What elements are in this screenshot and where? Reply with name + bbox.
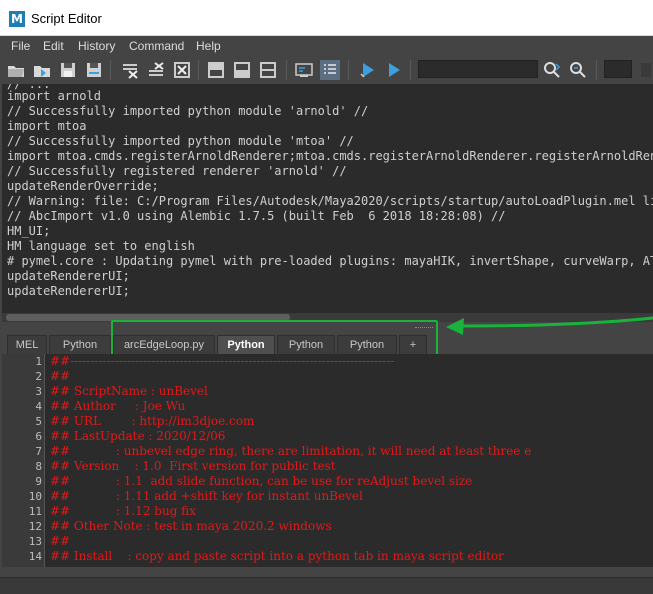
goto-line-field[interactable] [604,60,632,78]
clear-input-icon[interactable] [146,60,166,80]
output-line: import mtoa [7,119,87,133]
line-number: 1 [35,355,42,368]
code-line: ##--------------------------------------… [50,354,395,368]
code-line: ## : unbevel edge ring, there are limita… [50,444,532,458]
code-line: ## Install : copy and paste script into … [50,549,504,563]
code-line: ## Other Note : test in maya 2020.2 wind… [50,519,332,533]
line-number: 8 [35,460,42,473]
save-to-shelf-icon[interactable] [84,60,104,80]
show-input-icon[interactable] [232,60,252,80]
output-line: // Successfully imported python module '… [7,134,354,148]
history-output-panel[interactable]: // ... import arnold // Successfully imp… [2,84,653,320]
toolbar-separator [286,60,287,80]
line-number: 10 [28,490,42,503]
tab-mel[interactable]: MEL [7,335,47,354]
code-line: ## [50,534,71,548]
line-number: 4 [35,400,42,413]
output-line: updateRendererUI; [7,284,130,298]
code-line: ## LastUpdate : 2020/12/06 [50,429,226,443]
code-line: ## Author : Joe Wu [50,399,186,413]
output-line: HM_UI; [7,224,51,238]
line-number: 9 [35,475,42,488]
line-number: 5 [35,415,42,428]
open-script-icon[interactable] [6,60,26,80]
output-line: // Successfully imported python module '… [7,104,369,118]
line-number: 6 [35,430,42,443]
code-line: ## URL : http://im3djoe.com [50,414,255,428]
maya-app-icon: M [9,11,25,27]
output-line: updateRenderOverride; [7,179,159,193]
echo-all-commands-icon[interactable] [294,60,314,80]
toolbar-separator [348,60,349,80]
status-bar [0,577,653,594]
menu-help[interactable]: Help [196,39,221,53]
output-line: HM language set to english [7,239,195,253]
line-number-gutter: 1 2 3 4 5 6 7 8 9 10 11 12 13 14 [2,354,45,567]
menu-command[interactable]: Command [129,39,184,53]
line-numbers-icon[interactable] [320,60,340,80]
code-line: ## : 1.11 add +shift key for instant unB… [50,489,363,503]
output-line: updateRendererUI; [7,269,130,283]
menu-edit[interactable]: Edit [43,39,64,53]
menu-history[interactable]: History [78,39,115,53]
code-line: ## : 1.12 bug fix [50,504,196,518]
show-history-icon[interactable] [206,60,226,80]
execute-icon[interactable] [384,60,404,80]
output-line: import arnold [7,89,101,103]
toolbar-separator [198,60,199,80]
line-number: 7 [35,445,42,458]
line-number: 14 [28,550,42,563]
execute-all-icon[interactable] [358,60,378,80]
show-both-icon[interactable] [258,60,278,80]
line-number: 12 [28,520,42,533]
output-line: import mtoa.cmds.registerArnoldRenderer;… [7,149,653,163]
search-icon[interactable] [542,60,562,80]
annotation-arrow-icon [446,316,653,335]
clear-history-icon[interactable] [120,60,140,80]
toolbar [0,56,653,84]
output-line: // Successfully registered renderer 'arn… [7,164,347,178]
code-line: ## Version : 1.0 First version for publi… [50,459,336,473]
line-number: 11 [28,505,42,518]
title-bar: M Script Editor [0,0,653,36]
code-line: ## : 1.1 add slide function, can be use … [50,474,473,488]
window-title: Script Editor [31,11,102,26]
source-script-icon[interactable] [32,60,52,80]
toolbar-separator [410,60,411,80]
code-line: ## ScriptName : unBevel [50,384,208,398]
output-line: # pymel.core : Updating pymel with pre-l… [7,254,653,268]
toolbar-separator [596,60,597,80]
code-line: ## [50,369,71,383]
line-number: 2 [35,370,42,383]
toolbar-separator [110,60,111,80]
menu-bar: File Edit History Command Help [0,36,653,56]
script-input-editor[interactable]: 1 2 3 4 5 6 7 8 9 10 11 12 13 14 ##-----… [2,354,653,567]
tab-python-1[interactable]: Python [49,335,111,354]
line-number: 3 [35,385,42,398]
toolbar-overflow-icon[interactable] [636,60,651,80]
save-script-icon[interactable] [58,60,78,80]
search-input[interactable] [418,60,538,78]
line-number: 13 [28,535,42,548]
editor-horizontal-scrollbar[interactable] [0,567,653,577]
output-line: // Warning: file: C:/Program Files/Autod… [7,194,653,208]
search-next-icon[interactable] [568,60,588,80]
menu-file[interactable]: File [11,39,30,53]
clear-all-icon[interactable] [172,60,192,80]
output-line: // AbcImport v1.0 using Alembic 1.7.5 (b… [7,209,506,223]
